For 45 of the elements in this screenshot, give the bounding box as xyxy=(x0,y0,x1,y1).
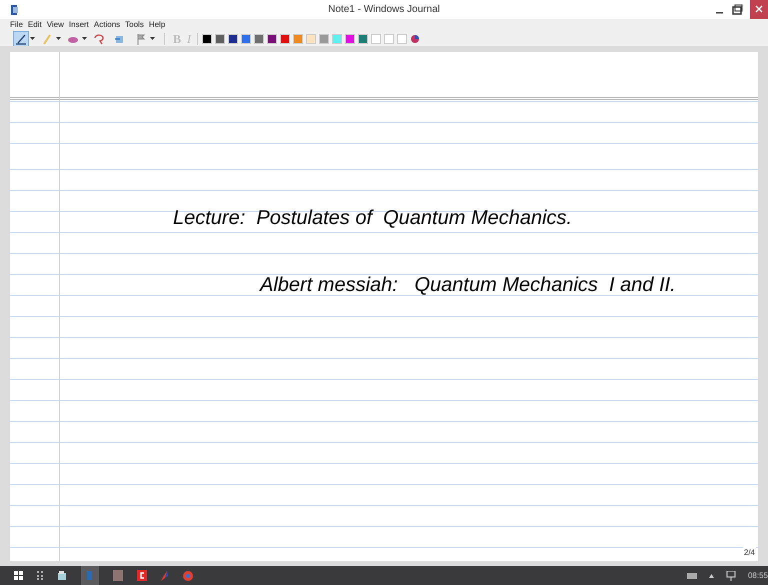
menu-item[interactable]: File xyxy=(10,19,23,31)
color-swatch[interactable] xyxy=(319,34,330,44)
color-swatch[interactable] xyxy=(280,34,290,44)
color-swatch[interactable] xyxy=(254,34,264,44)
browser-icon[interactable] xyxy=(183,570,193,580)
lasso-tool-button[interactable] xyxy=(92,32,106,46)
color-swatch[interactable] xyxy=(241,34,252,44)
color-swatch[interactable] xyxy=(293,34,304,44)
menu-item[interactable]: Actions xyxy=(94,19,120,31)
window-title: Note1 - Windows Journal xyxy=(328,3,440,17)
dropdown-arrow-icon[interactable] xyxy=(56,36,61,40)
color-swatch[interactable] xyxy=(384,34,394,44)
close-button[interactable] xyxy=(750,0,768,19)
handwritten-text: Albert messiah: Quantum Mechanics I and II. xyxy=(260,275,677,295)
chevron-up-icon[interactable] xyxy=(708,574,714,578)
keyboard-icon[interactable] xyxy=(686,572,697,578)
color-swatch[interactable] xyxy=(332,34,342,44)
color-swatch[interactable] xyxy=(397,34,408,44)
menu-item[interactable]: View xyxy=(46,19,64,31)
dropdown-arrow-icon[interactable] xyxy=(30,36,35,40)
app-icon xyxy=(10,4,19,16)
color-swatch[interactable] xyxy=(345,34,356,44)
menu-item[interactable]: Edit xyxy=(28,19,42,31)
menu-item[interactable]: Tools xyxy=(125,19,144,31)
folder-icon[interactable] xyxy=(57,570,67,580)
handwritten-text: Lecture: Postulates of Quantum Mechanics. xyxy=(173,208,574,228)
app-icon[interactable] xyxy=(137,570,147,581)
dropdown-arrow-icon[interactable] xyxy=(150,36,155,40)
task-view-icon[interactable] xyxy=(37,571,43,580)
color-swatch[interactable] xyxy=(306,34,316,44)
dropdown-arrow-icon[interactable] xyxy=(82,36,87,40)
color-swatch[interactable] xyxy=(202,34,212,44)
app-icon[interactable] xyxy=(161,570,169,580)
color-swatch[interactable] xyxy=(371,34,382,44)
clock[interactable]: 08:55 xyxy=(748,570,768,582)
color-picker-icon[interactable] xyxy=(410,34,420,44)
color-swatch[interactable] xyxy=(358,34,368,44)
windows-icon[interactable] xyxy=(14,571,23,580)
color-swatch[interactable] xyxy=(267,34,278,44)
color-swatch[interactable] xyxy=(215,34,226,44)
color-swatch[interactable] xyxy=(228,34,238,44)
menu-item[interactable]: Insert xyxy=(68,19,89,31)
network-icon[interactable] xyxy=(726,570,736,580)
menu-item[interactable]: Help xyxy=(148,19,166,31)
pen-tool-button[interactable] xyxy=(14,32,28,46)
